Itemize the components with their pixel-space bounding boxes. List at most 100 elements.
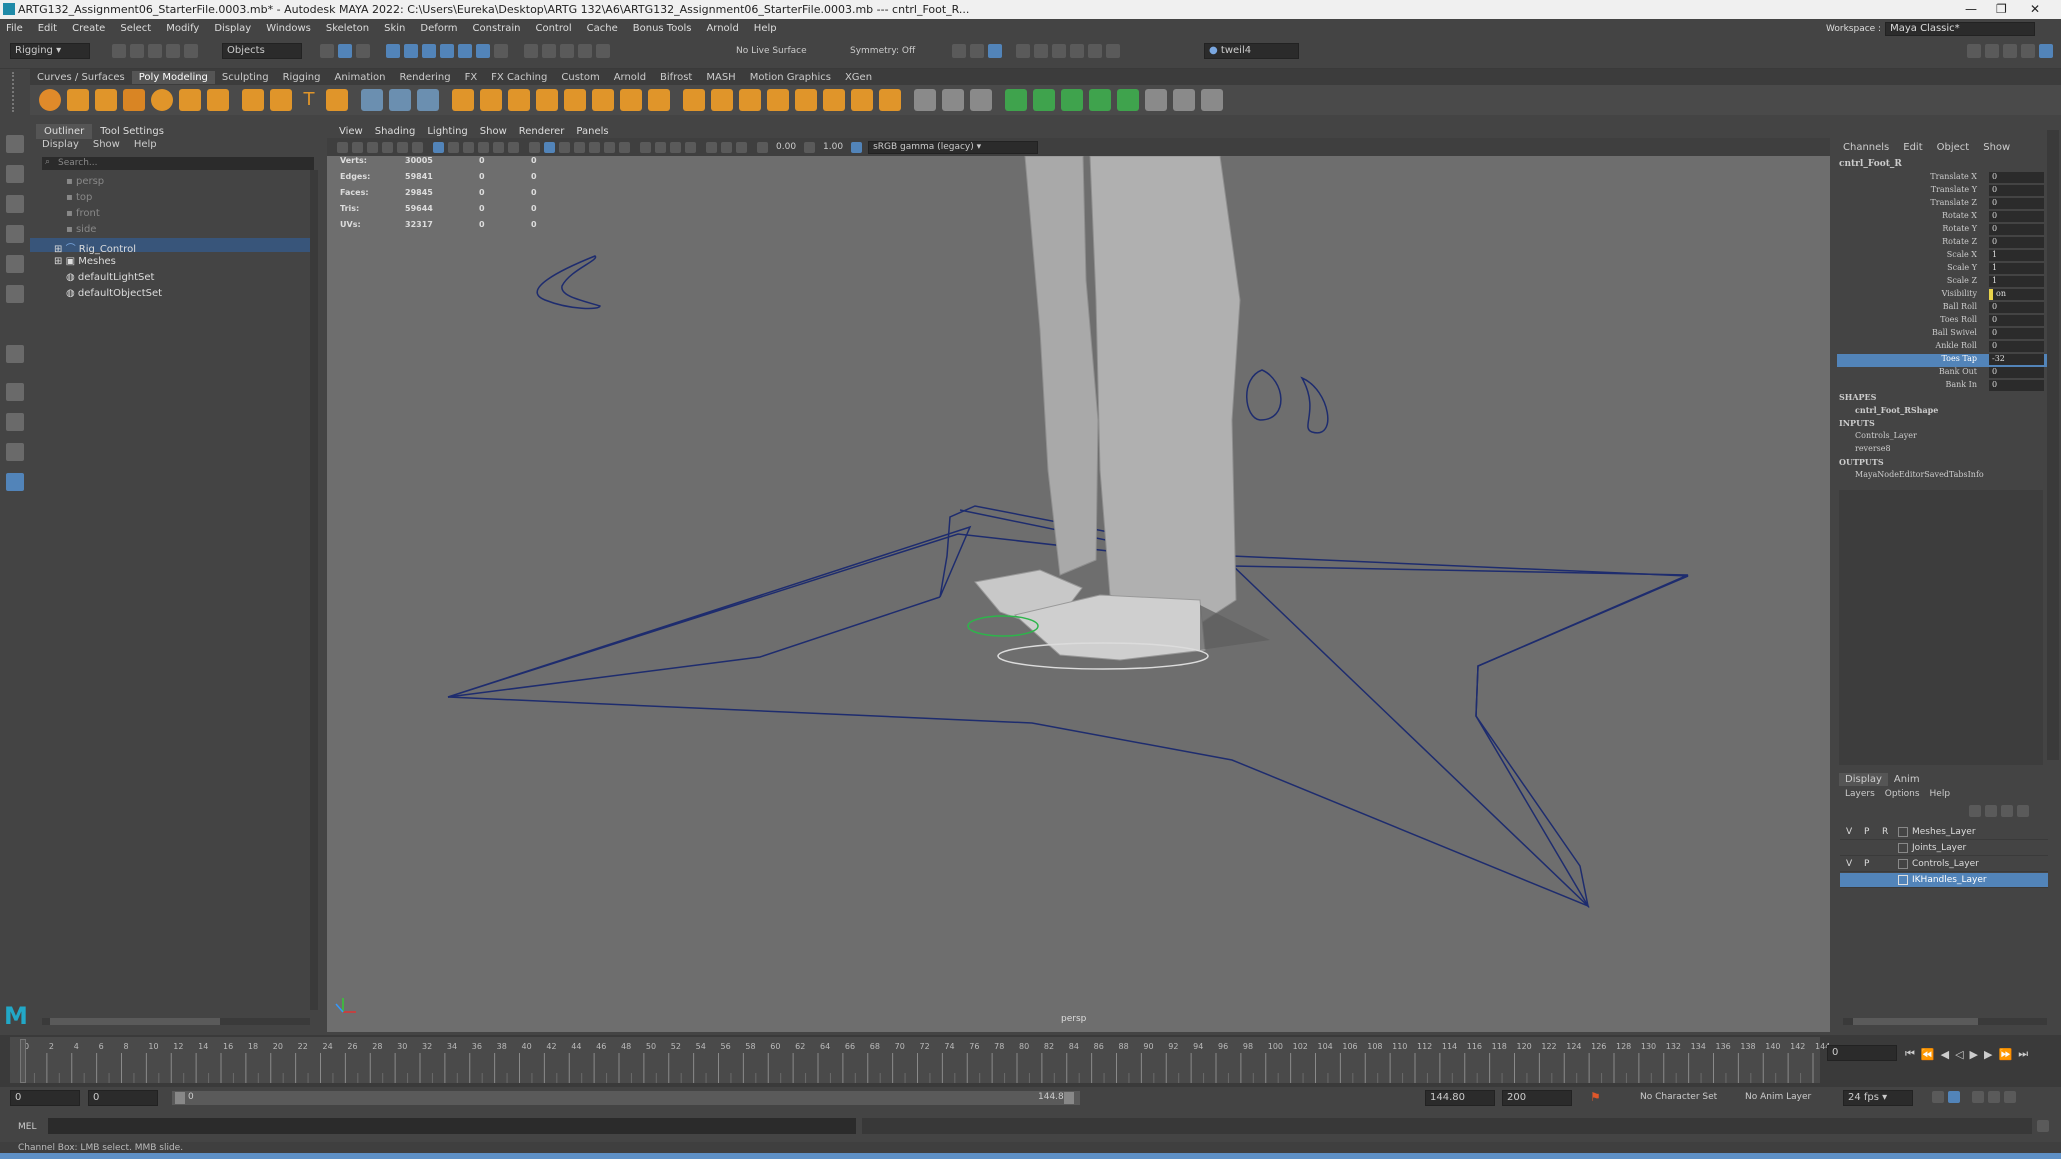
auto-key-icon[interactable]: ⚑ <box>1590 1090 1602 1104</box>
poly-cylinder-icon[interactable] <box>95 89 117 111</box>
layer-row-joints[interactable]: Joints_Layer <box>1840 841 2048 856</box>
select-tool-icon[interactable] <box>6 135 24 153</box>
menu-select[interactable]: Select <box>120 23 151 34</box>
layer-color-swatch[interactable] <box>1898 827 1908 837</box>
poke-icon[interactable] <box>823 89 845 111</box>
cb-attr-scale-x[interactable]: Scale X1 <box>1837 250 2047 263</box>
menu-skin[interactable]: Skin <box>384 23 405 34</box>
vp-menu-renderer[interactable]: Renderer <box>519 126 565 137</box>
smooth-shade-icon[interactable] <box>544 141 555 153</box>
snap-vertex-icon[interactable] <box>476 44 490 58</box>
wireframe-on-shaded-icon[interactable] <box>559 141 570 153</box>
modeling-toolkit-icon[interactable] <box>1016 44 1030 58</box>
play-backward-icon[interactable]: ◁ <box>1955 1048 1963 1061</box>
layer-playback-toggle[interactable]: P <box>1864 827 1869 837</box>
boolean-icon[interactable] <box>564 89 586 111</box>
grid-icon[interactable] <box>433 141 444 153</box>
select-component-icon[interactable] <box>356 44 370 58</box>
bookmark-icon[interactable] <box>367 141 378 153</box>
render-settings-icon[interactable] <box>578 44 592 58</box>
ambient-occlusion-icon[interactable] <box>640 141 651 153</box>
lasso-tool-icon[interactable] <box>6 165 24 183</box>
motion-blur-icon[interactable] <box>655 141 666 153</box>
redo-icon[interactable] <box>184 44 198 58</box>
paint-select-icon[interactable] <box>6 195 24 213</box>
shelf-tab-xgen[interactable]: XGen <box>838 71 879 84</box>
cb-attr-rotate-y[interactable]: Rotate Y0 <box>1837 224 2047 237</box>
layer-tab-anim[interactable]: Anim <box>1888 773 1926 786</box>
menu-file[interactable]: File <box>6 23 23 34</box>
step-forward-frame-icon[interactable]: ▶ <box>1984 1048 1992 1061</box>
render-sequence-icon[interactable] <box>970 44 984 58</box>
smooth-icon[interactable] <box>389 89 411 111</box>
side-tabs-strip[interactable] <box>2047 130 2059 760</box>
minimize-icon[interactable]: — <box>1965 2 1977 16</box>
shelf-tab-rigging[interactable]: Rigging <box>276 71 328 84</box>
cb-attr-ball-swivel[interactable]: Ball Swivel 0 <box>1837 328 2047 341</box>
cb-attr-ankle-roll[interactable]: Ankle Roll 0 <box>1837 341 2047 354</box>
snap-grid-icon[interactable] <box>386 44 400 58</box>
uv-layout-icon[interactable] <box>1173 89 1195 111</box>
outliner-item-default-object-set[interactable]: ◍ defaultObjectSet <box>66 288 162 299</box>
outliner-item-front[interactable]: ▪ front <box>66 208 100 219</box>
menu-edit[interactable]: Edit <box>38 23 57 34</box>
script-editor-icon[interactable] <box>2037 1120 2049 1132</box>
separate-icon[interactable] <box>480 89 502 111</box>
outliner-item-persp[interactable]: ▪ persp <box>66 176 104 187</box>
cb-menu-edit[interactable]: Edit <box>1903 142 1922 153</box>
menu-skeleton[interactable]: Skeleton <box>326 23 369 34</box>
outliner-item-rig-control[interactable]: ⊞ ⌒ Rig_Control <box>54 240 136 255</box>
shelf-tab-curves[interactable]: Curves / Surfaces <box>30 71 132 84</box>
color-management-icon[interactable] <box>851 141 863 153</box>
layer-color-swatch[interactable] <box>1898 843 1908 853</box>
poly-cone-icon[interactable] <box>123 89 145 111</box>
extrude-icon[interactable] <box>683 89 705 111</box>
prefs-icon[interactable] <box>2004 1091 2016 1103</box>
anti-alias-icon[interactable] <box>670 141 681 153</box>
poly-sphere-icon[interactable] <box>39 89 61 111</box>
shelf-tab-arnold[interactable]: Arnold <box>607 71 653 84</box>
resolution-gate-icon[interactable] <box>463 141 474 153</box>
viewport-persp[interactable]: Verts: 30005 0 0 Edges: 59841 0 0 Faces:… <box>327 124 1830 1032</box>
vp-menu-view[interactable]: View <box>339 126 363 137</box>
end-frame-field[interactable]: 200 <box>1502 1090 1572 1106</box>
layer-name[interactable]: Meshes_Layer <box>1912 827 1976 837</box>
cb-attr-toes-roll[interactable]: Toes Roll 0 <box>1837 315 2047 328</box>
single-perspective-icon[interactable] <box>6 383 24 401</box>
audio-icon[interactable] <box>1972 1091 1984 1103</box>
xray-icon[interactable] <box>574 141 585 153</box>
current-time-marker[interactable] <box>20 1039 26 1083</box>
current-frame-field[interactable]: 0 <box>1827 1045 1897 1061</box>
soften-edge-icon[interactable] <box>1005 89 1027 111</box>
expand-icon[interactable]: ⊞ <box>54 256 66 267</box>
uv-editor-icon[interactable] <box>1145 89 1167 111</box>
retopologize-icon[interactable] <box>648 89 670 111</box>
menu-modify[interactable]: Modify <box>166 23 199 34</box>
anim-start-field[interactable]: 0 <box>88 1090 158 1106</box>
colorspace-dropdown[interactable]: sRGB gamma (legacy) ▾ <box>868 140 1039 154</box>
open-scene-icon[interactable] <box>130 44 144 58</box>
cb-attr-visibility[interactable]: Visibility on <box>1837 289 2047 302</box>
outliner-h-scrollbar[interactable] <box>42 1018 310 1025</box>
smooth-mesh-icon[interactable] <box>592 89 614 111</box>
connect-icon[interactable] <box>970 89 992 111</box>
snap-point-icon[interactable] <box>422 44 436 58</box>
live-surface-label[interactable]: No Live Surface <box>736 46 807 56</box>
range-end-handle[interactable] <box>1064 1092 1074 1104</box>
attribute-editor-icon[interactable] <box>1052 44 1066 58</box>
shelf-tab-animation[interactable]: Animation <box>328 71 393 84</box>
maximize-icon[interactable]: ❐ <box>1996 2 2007 16</box>
step-back-key-icon[interactable]: ⏪ <box>1921 1048 1935 1061</box>
cb-input-reverse[interactable]: reverse8 <box>1855 444 1891 453</box>
layer-name[interactable]: Joints_Layer <box>1912 843 1966 853</box>
gate-mask-icon[interactable] <box>478 141 489 153</box>
symmetry-label[interactable]: Symmetry: Off <box>850 46 915 56</box>
user-dropdown[interactable]: ● tweil4 <box>1204 43 1299 59</box>
2d-pan-icon[interactable] <box>397 141 408 153</box>
target-weld-icon[interactable] <box>942 89 964 111</box>
settings-panel-icon[interactable] <box>2039 44 2053 58</box>
fps-dropdown[interactable]: 24 fps ▾ <box>1843 1090 1913 1106</box>
vp-menu-panels[interactable]: Panels <box>576 126 608 137</box>
cb-shape-name[interactable]: cntrl_Foot_RShape <box>1855 405 1938 415</box>
render-frame-icon[interactable] <box>542 44 556 58</box>
